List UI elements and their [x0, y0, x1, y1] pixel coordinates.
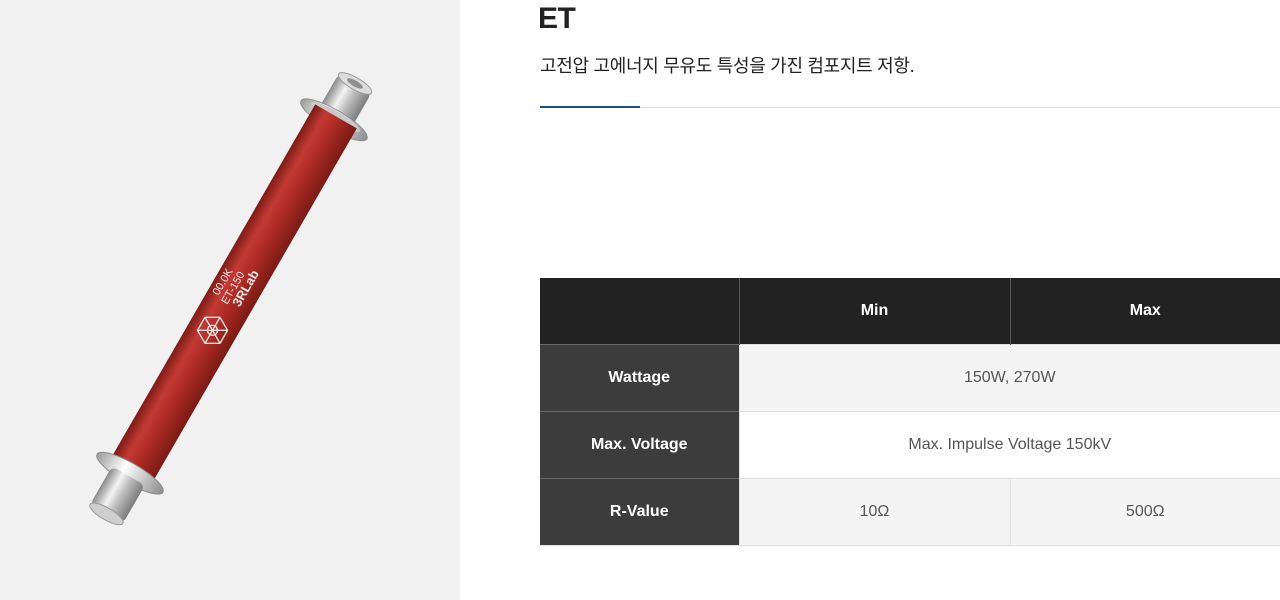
row-label-max-voltage: Max. Voltage: [540, 411, 739, 479]
product-image-panel: 3RLab ET-150 00.0K: [0, 0, 460, 600]
section-divider-accent: [540, 106, 640, 108]
spec-row-r-value: R-Value 10Ω 500Ω: [540, 478, 1280, 546]
header-cell-blank: [540, 278, 739, 345]
section-divider: [540, 107, 1280, 108]
spec-row-max-voltage: Max. Voltage Max. Impulse Voltage 150kV: [540, 411, 1280, 479]
row-label-r-value: R-Value: [540, 478, 739, 546]
wattage-value: 150W, 270W: [738, 344, 1280, 412]
r-value-max: 500Ω: [1009, 478, 1280, 546]
spec-table-header-row: Min Max: [540, 278, 1280, 345]
header-cell-max: Max: [1009, 278, 1280, 345]
row-label-wattage: Wattage: [540, 344, 739, 412]
max-voltage-value: Max. Impulse Voltage 150kV: [738, 411, 1280, 479]
r-value-min: 10Ω: [738, 478, 1010, 546]
spec-table: Min Max Wattage 150W, 270W Max. Voltage …: [540, 278, 1280, 546]
header-cell-min: Min: [738, 278, 1010, 345]
product-title: ET: [538, 2, 576, 35]
resistor-image: 3RLab ET-150 00.0K: [89, 72, 373, 526]
spec-row-wattage: Wattage 150W, 270W: [540, 344, 1280, 412]
product-description: 고전압 고에너지 무유도 특성을 가진 컴포지트 저항.: [540, 56, 915, 76]
